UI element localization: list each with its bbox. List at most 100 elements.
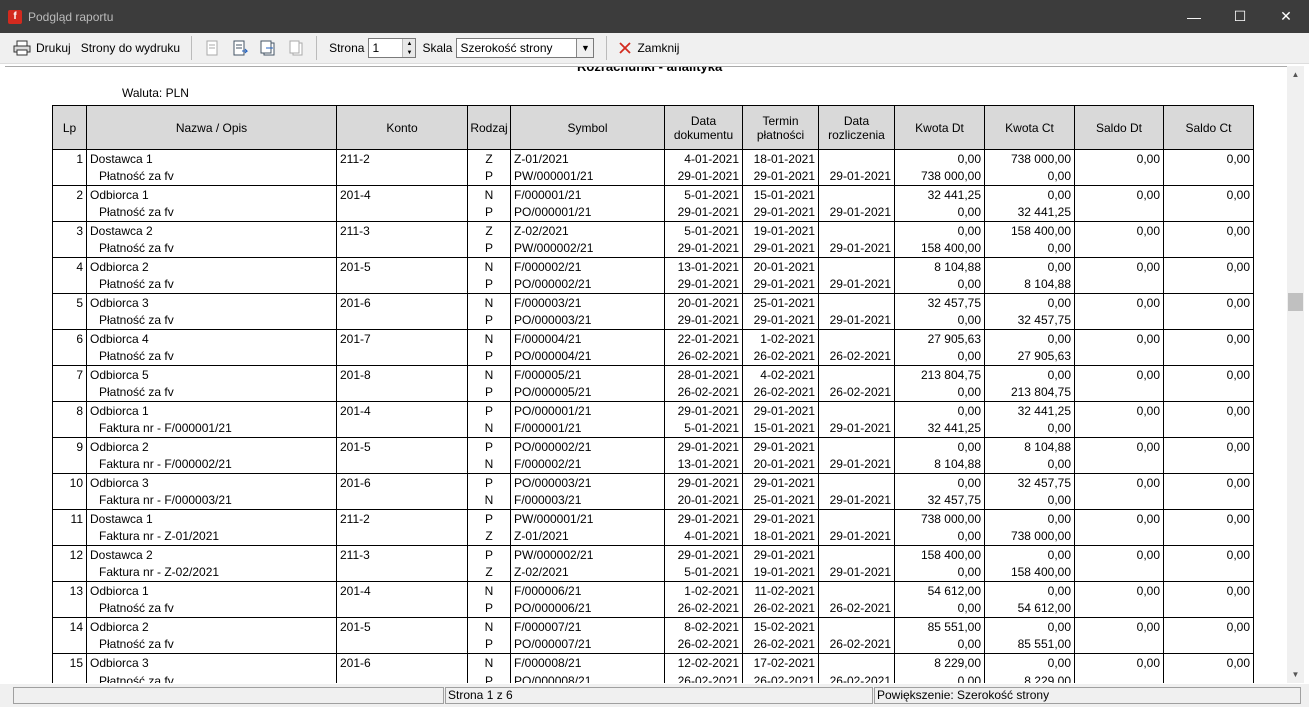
page-spinner[interactable]: 1 ▲ ▼ xyxy=(368,38,417,58)
cell-kwota-ct: 0,00 xyxy=(984,653,1075,672)
table-row: 2 Odbiorca 1 201-4 N F/000001/21 5-01-2021 15-… xyxy=(52,185,1254,204)
scale-select[interactable]: Szerokość strony ▼ xyxy=(456,38,595,58)
cell-konto: 201-6 xyxy=(336,293,468,312)
close-button[interactable]: Zamknij xyxy=(613,36,684,60)
scroll-up-icon[interactable]: ▲ xyxy=(1287,66,1304,83)
spin-down-icon[interactable]: ▼ xyxy=(403,48,416,57)
pages-to-print-button[interactable]: Strony do wydruku xyxy=(76,36,185,60)
table-row: 13 Odbiorca 1 201-4 N F/000006/21 1-02-2021 11… xyxy=(52,581,1254,600)
cell-data-dokumentu: 29-01-2021 xyxy=(664,167,743,186)
cell-data-rozliczenia xyxy=(818,617,895,636)
cell-saldo-ct: 0,00 xyxy=(1163,545,1254,564)
scale-label: Skala xyxy=(422,41,453,55)
cell-kwota-dt: 158 400,00 xyxy=(894,239,985,258)
cell-data-dokumentu: 4-01-2021 xyxy=(664,149,743,168)
cell-saldo-ct xyxy=(1163,455,1254,474)
cell-symbol: F/000008/21 xyxy=(510,653,665,672)
cell-kwota-ct: 158 400,00 xyxy=(984,563,1075,582)
cell-symbol: PW/000002/21 xyxy=(510,239,665,258)
cell-kwota-dt: 8 104,88 xyxy=(894,455,985,474)
print-label: Drukuj xyxy=(36,41,71,55)
cell-rodzaj: P xyxy=(467,635,511,654)
cell-data-dokumentu: 26-02-2021 xyxy=(664,347,743,366)
column-header: Data dokumentu xyxy=(664,105,743,150)
cell-name: Odbiorca 3 xyxy=(86,653,337,672)
cell-rodzaj: P xyxy=(467,599,511,618)
cell-kwota-dt: 32 441,25 xyxy=(894,185,985,204)
cell-termin: 20-01-2021 xyxy=(742,257,819,276)
cell-termin: 29-01-2021 xyxy=(742,473,819,492)
cell-kwota-ct: 54 612,00 xyxy=(984,599,1075,618)
page-label: Strona xyxy=(329,41,365,55)
cell-data-dokumentu: 26-02-2021 xyxy=(664,671,743,683)
cell-rodzaj: P xyxy=(467,401,511,420)
page-value[interactable]: 1 xyxy=(369,41,402,55)
cell-saldo-dt xyxy=(1074,275,1164,294)
cell-rodzaj: N xyxy=(467,581,511,600)
report-viewport[interactable]: Rozrachunki - analityka Waluta: PLN Lp Na… xyxy=(5,66,1287,683)
status-page-info: Strona 1 z 6 xyxy=(445,687,873,704)
cell-saldo-dt: 0,00 xyxy=(1074,401,1164,420)
chevron-down-icon[interactable]: ▼ xyxy=(576,39,594,57)
toolbar-separator xyxy=(191,36,193,60)
table-row: Płatność za fv P PW/000002/21 29-01-2021 29-… xyxy=(52,239,1254,258)
cell-data-rozliczenia: 29-01-2021 xyxy=(818,527,895,546)
table-row: Faktura nr - Z-02/2021 Z Z-02/2021 5-01-202… xyxy=(52,563,1254,582)
cell-lp: 15 xyxy=(52,653,87,672)
cell-data-rozliczenia xyxy=(818,401,895,420)
cell-lp xyxy=(52,491,87,510)
scroll-down-icon[interactable]: ▼ xyxy=(1287,666,1304,683)
first-page-icon[interactable] xyxy=(201,37,223,59)
cell-kwota-dt: 0,00 xyxy=(894,203,985,222)
cell-kwota-dt: 8 104,88 xyxy=(894,257,985,276)
print-button[interactable]: Drukuj xyxy=(8,36,76,60)
cell-saldo-ct xyxy=(1163,599,1254,618)
cell-data-dokumentu: 29-01-2021 xyxy=(664,203,743,222)
cell-name: Odbiorca 1 xyxy=(86,185,337,204)
cell-lp: 10 xyxy=(52,473,87,492)
cell-termin: 29-01-2021 xyxy=(742,437,819,456)
cell-kwota-dt: 27 905,63 xyxy=(894,329,985,348)
cell-data-rozliczenia: 29-01-2021 xyxy=(818,239,895,258)
cell-termin: 29-01-2021 xyxy=(742,239,819,258)
cell-kwota-ct: 0,00 xyxy=(984,239,1075,258)
spin-up-icon[interactable]: ▲ xyxy=(403,39,416,48)
app-icon: f xyxy=(8,9,22,24)
table-row: Faktura nr - Z-01/2021 Z Z-01/2021 4-01-202… xyxy=(52,527,1254,546)
table-row: 9 Odbiorca 2 201-5 P PO/000002/21 29-01-2021 2… xyxy=(52,437,1254,456)
cell-data-dokumentu: 20-01-2021 xyxy=(664,293,743,312)
cell-saldo-ct: 0,00 xyxy=(1163,221,1254,240)
cell-saldo-ct: 0,00 xyxy=(1163,473,1254,492)
cell-saldo-dt: 0,00 xyxy=(1074,581,1164,600)
cell-rodzaj: P xyxy=(467,203,511,222)
cell-data-rozliczenia: 29-01-2021 xyxy=(818,275,895,294)
vertical-scrollbar[interactable]: ▲ ▼ xyxy=(1287,66,1304,683)
cell-kwota-ct: 0,00 xyxy=(984,329,1075,348)
next-page-icon[interactable] xyxy=(257,37,279,59)
cell-opis: Płatność za fv xyxy=(86,635,337,654)
status-zoom: Powiększenie: Szerokość strony xyxy=(874,687,1301,704)
cell-saldo-ct xyxy=(1163,347,1254,366)
cell-saldo-ct: 0,00 xyxy=(1163,653,1254,672)
last-page-icon[interactable] xyxy=(285,37,307,59)
cell-name: Odbiorca 1 xyxy=(86,581,337,600)
cell-konto: 201-5 xyxy=(336,257,468,276)
cell-data-dokumentu: 1-02-2021 xyxy=(664,581,743,600)
cell-termin: 17-02-2021 xyxy=(742,653,819,672)
previous-page-icon[interactable] xyxy=(229,37,251,59)
maximize-button[interactable]: ☐ xyxy=(1217,0,1263,33)
close-window-button[interactable]: ✕ xyxy=(1263,0,1309,33)
cell-symbol: PW/000001/21 xyxy=(510,167,665,186)
cell-lp xyxy=(52,347,87,366)
cell-lp xyxy=(52,239,87,258)
cell-kwota-ct: 0,00 xyxy=(984,491,1075,510)
cell-kwota-ct: 0,00 xyxy=(984,365,1075,384)
scrollbar-thumb[interactable] xyxy=(1288,293,1303,311)
scale-value: Szerokość strony xyxy=(460,41,553,55)
cell-termin: 18-01-2021 xyxy=(742,149,819,168)
cell-termin: 25-01-2021 xyxy=(742,293,819,312)
cell-konto: 201-5 xyxy=(336,437,468,456)
minimize-button[interactable]: — xyxy=(1171,0,1217,33)
table-row: 6 Odbiorca 4 201-7 N F/000004/21 22-01-2021 1-… xyxy=(52,329,1254,348)
column-header: Rodzaj xyxy=(467,105,511,150)
